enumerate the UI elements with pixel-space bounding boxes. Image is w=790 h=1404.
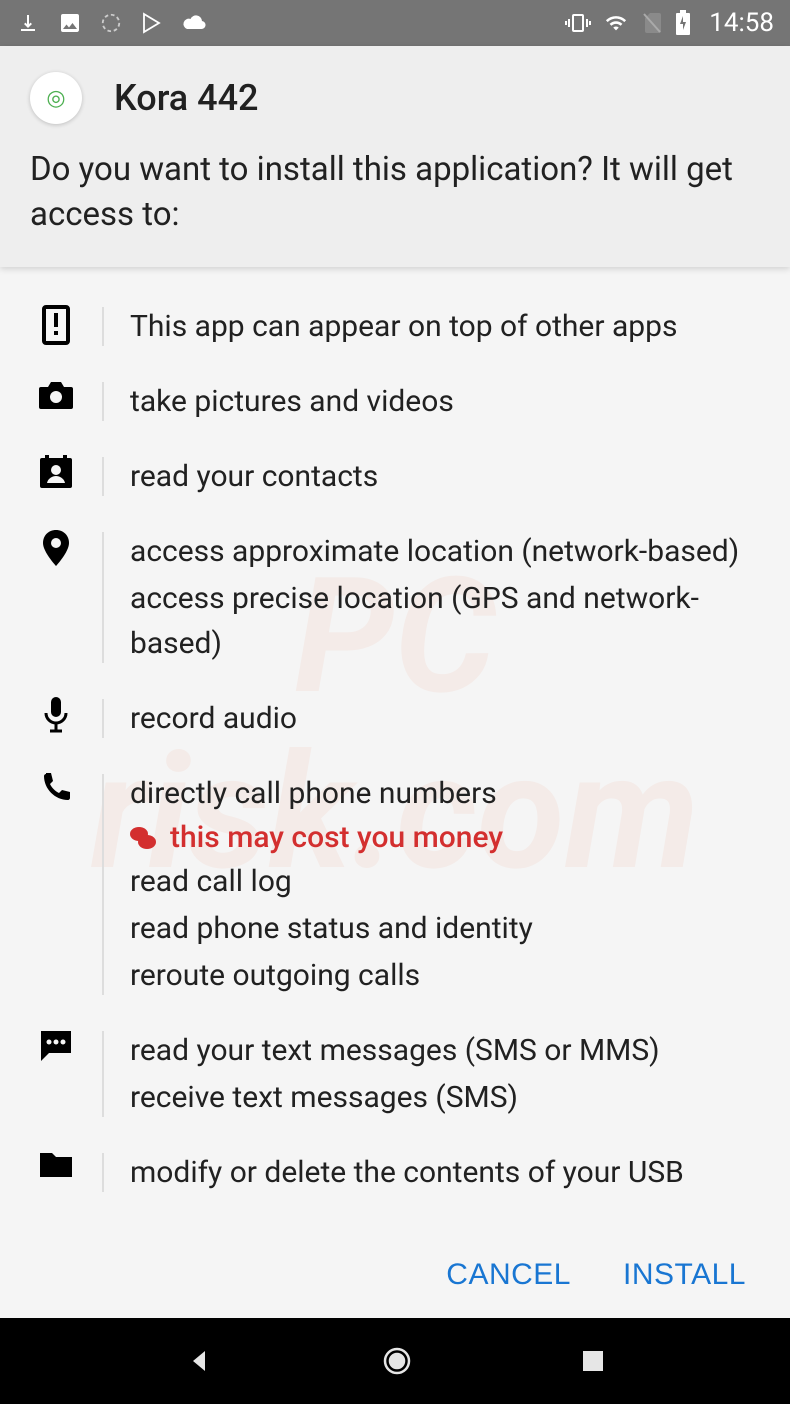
perm-location: access approximate location (network-bas…: [0, 514, 790, 681]
camera-icon: [36, 378, 76, 425]
mic-icon: [36, 695, 76, 742]
cloud-icon: [182, 13, 208, 33]
install-prompt: Do you want to install this application?…: [30, 148, 760, 237]
location-icon: [36, 528, 76, 667]
coins-icon: [130, 827, 158, 849]
perm-text: receive text messages (SMS): [130, 1074, 760, 1121]
no-sim-icon: [641, 11, 663, 35]
sms-icon: [36, 1027, 76, 1121]
perm-camera: take pictures and videos: [0, 364, 790, 439]
cancel-button[interactable]: CANCEL: [446, 1258, 571, 1292]
perm-sms: read your text messages (SMS or MMS) rec…: [0, 1013, 790, 1135]
app-icon: ◎: [30, 72, 82, 124]
image-icon: [58, 11, 82, 35]
navigation-bar: [0, 1318, 790, 1404]
status-time: 14:58: [709, 8, 774, 38]
play-store-icon: [140, 11, 164, 35]
wifi-icon: [603, 12, 629, 34]
nav-recent-icon[interactable]: [581, 1349, 605, 1373]
phone-icon: [36, 770, 76, 999]
contacts-icon: [36, 453, 76, 500]
perm-text: access precise location (GPS and network…: [130, 575, 760, 667]
perm-text: record audio: [130, 695, 760, 742]
warning-text: this may cost you money: [170, 820, 503, 855]
vibrate-icon: [565, 11, 591, 35]
perm-overlay: This app can appear on top of other apps: [0, 289, 790, 364]
nav-back-icon[interactable]: [185, 1347, 213, 1375]
perm-mic: record audio: [0, 681, 790, 756]
perm-text: reroute outgoing calls: [130, 952, 760, 999]
install-button[interactable]: INSTALL: [623, 1258, 746, 1292]
perm-text: access approximate location (network-bas…: [130, 528, 760, 575]
download-done-icon: [16, 11, 40, 35]
status-bar: 14:58: [0, 0, 790, 46]
cost-warning: this may cost you money: [130, 817, 760, 858]
perm-contacts: read your contacts: [0, 439, 790, 514]
nav-home-icon[interactable]: [382, 1346, 412, 1376]
permissions-list: This app can appear on top of other apps…: [0, 267, 790, 1207]
dialog-buttons: CANCEL INSTALL: [0, 1232, 790, 1318]
app-title: Kora 442: [114, 77, 259, 119]
overlay-icon: [36, 303, 76, 350]
perm-text: read your contacts: [130, 453, 760, 500]
install-header: ◎ Kora 442 Do you want to install this a…: [0, 46, 790, 267]
perm-phone: directly call phone numbers this may cos…: [0, 756, 790, 1013]
loading-icon: [100, 12, 122, 34]
perm-text: read your text messages (SMS or MMS): [130, 1027, 760, 1074]
perm-text: read phone status and identity: [130, 905, 760, 952]
perm-text: This app can appear on top of other apps: [130, 303, 760, 350]
perm-text: directly call phone numbers: [130, 770, 760, 817]
folder-icon: [36, 1149, 76, 1196]
perm-text: read call log: [130, 858, 760, 905]
perm-text: take pictures and videos: [130, 378, 760, 425]
perm-text: modify or delete the contents of your US…: [130, 1149, 760, 1196]
perm-storage: modify or delete the contents of your US…: [0, 1135, 790, 1207]
battery-charging-icon: [675, 10, 691, 36]
